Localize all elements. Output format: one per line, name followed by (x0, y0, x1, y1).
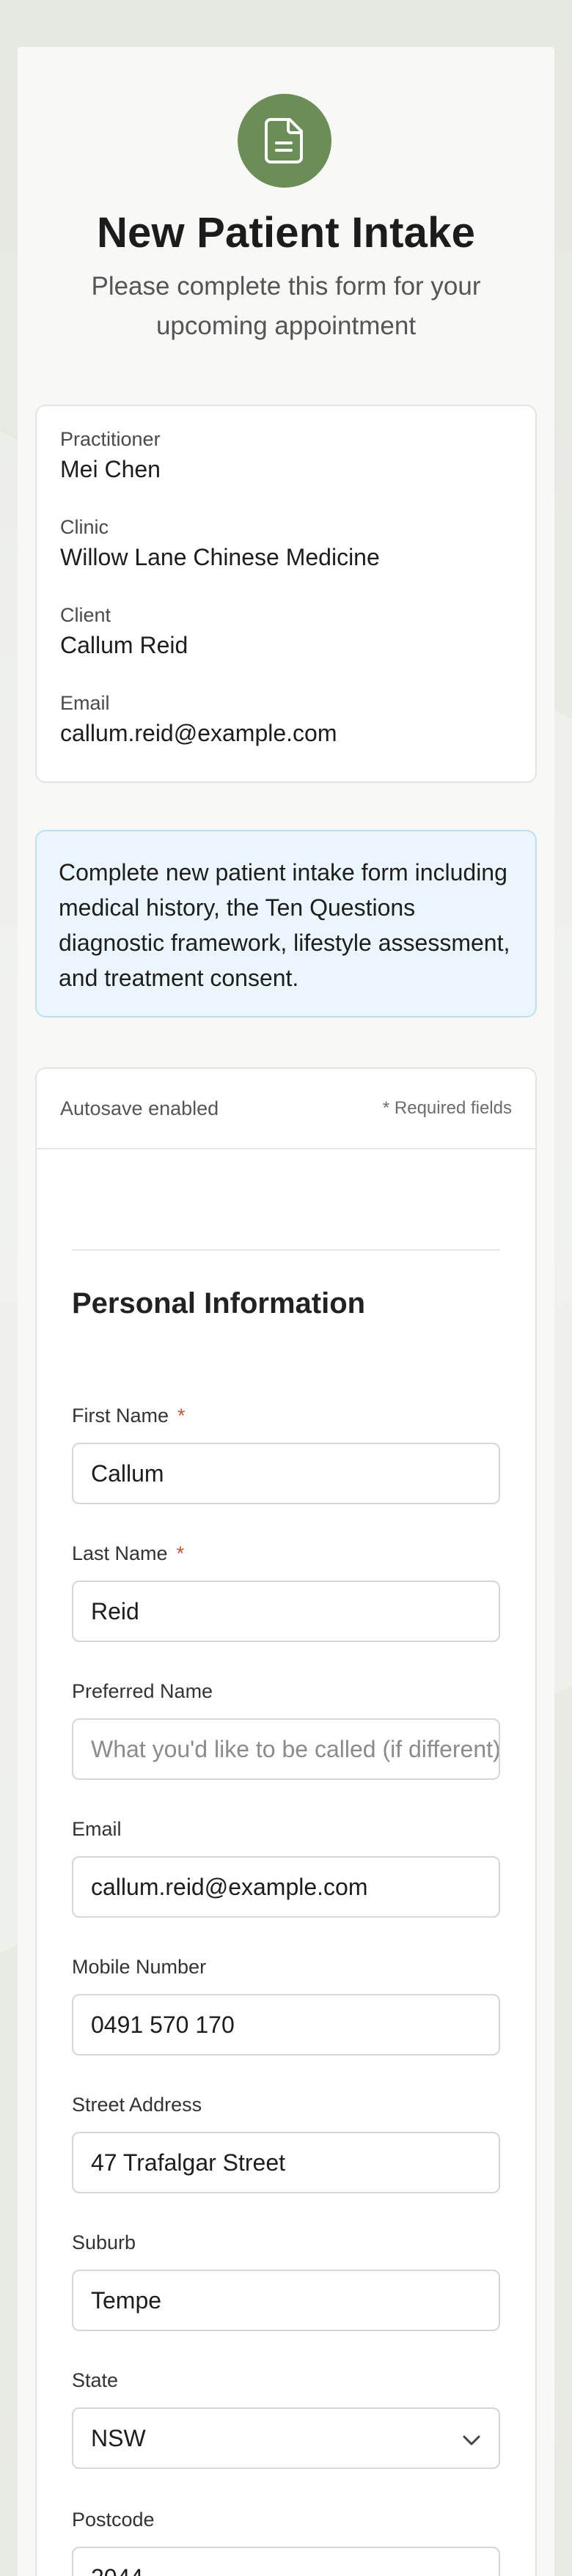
client-value: Callum Reid (60, 632, 188, 658)
practitioner-label: Practitioner (60, 428, 161, 450)
mobile-number-label: Mobile Number (72, 1956, 207, 1978)
preferred-name-field: Preferred Name What you'd like to be cal… (72, 1679, 500, 1780)
suburb-label: Suburb (72, 2231, 136, 2253)
required-marker: * (177, 1405, 186, 1427)
required-marker: * (176, 1542, 185, 1564)
email-field-label: Email (72, 1818, 122, 1840)
street-address-field: Street Address 47 Trafalgar Street (72, 2092, 500, 2193)
state-select[interactable]: NSW (72, 2407, 500, 2469)
page-subtitle: Please complete this form for your upcom… (91, 272, 481, 340)
mobile-number-input[interactable]: 0491 570 170 (72, 1994, 500, 2056)
first-name-input[interactable]: Callum (72, 1443, 500, 1504)
document-icon (238, 94, 331, 188)
document-icon-svg (265, 118, 303, 163)
client-row: Client Callum Reid (60, 603, 188, 661)
practitioner-value: Mei Chen (60, 456, 161, 482)
email-label: Email (60, 692, 110, 714)
form-topbar: Autosave enabled * Required fields (37, 1069, 535, 1149)
email-field: Email callum.reid@example.com (72, 1817, 500, 1918)
preferred-name-input[interactable]: What you'd like to be called (if differe… (72, 1718, 500, 1780)
state-label: State (72, 2369, 119, 2391)
client-label: Client (60, 604, 111, 626)
chevron-down-icon (462, 2425, 481, 2452)
intake-form: Autosave enabled * Required fields Perso… (35, 1067, 537, 2576)
intake-card: New Patient Intake Please complete this … (18, 47, 554, 2576)
first-name-label-text: First Name (72, 1405, 169, 1427)
street-address-input[interactable]: 47 Trafalgar Street (72, 2132, 500, 2193)
clinic-label: Clinic (60, 516, 109, 538)
last-name-input[interactable]: Reid (72, 1580, 500, 1642)
first-name-label: First Name * (72, 1403, 500, 1428)
suburb-input[interactable]: Tempe (72, 2270, 500, 2331)
last-name-label: Last Name * (72, 1541, 500, 1566)
email-value: callum.reid@example.com (60, 720, 337, 746)
clinic-row: Clinic Willow Lane Chinese Medicine (60, 515, 380, 573)
street-address-label: Street Address (72, 2094, 202, 2116)
required-fields-note: * Required fields (382, 1098, 512, 1118)
appointment-info-card: Practitioner Mei Chen Clinic Willow Lane… (35, 405, 537, 783)
section-title-personal-information: Personal Information (72, 1287, 366, 1320)
intake-notice: Complete new patient intake form includi… (35, 830, 537, 1017)
first-name-field: First Name * Callum (72, 1403, 500, 1504)
clinic-value: Willow Lane Chinese Medicine (60, 544, 380, 570)
state-field: State NSW (72, 2368, 500, 2469)
page-title: New Patient Intake (96, 209, 476, 257)
postcode-label: Postcode (72, 2509, 155, 2531)
last-name-label-text: Last Name (72, 1542, 168, 1564)
suburb-field: Suburb Tempe (72, 2230, 500, 2331)
email-input[interactable]: callum.reid@example.com (72, 1856, 500, 1918)
practitioner-row: Practitioner Mei Chen (60, 427, 161, 485)
last-name-field: Last Name * Reid (72, 1541, 500, 1642)
autosave-status: Autosave enabled (60, 1097, 219, 1119)
state-selected-value: NSW (91, 2424, 146, 2451)
mobile-number-field: Mobile Number 0491 570 170 (72, 1954, 500, 2056)
email-row: Email callum.reid@example.com (60, 691, 337, 749)
preferred-name-label: Preferred Name (72, 1680, 213, 1702)
section-divider (72, 1249, 500, 1251)
postcode-field: Postcode 2044 (72, 2507, 500, 2576)
postcode-input[interactable]: 2044 (72, 2547, 500, 2576)
